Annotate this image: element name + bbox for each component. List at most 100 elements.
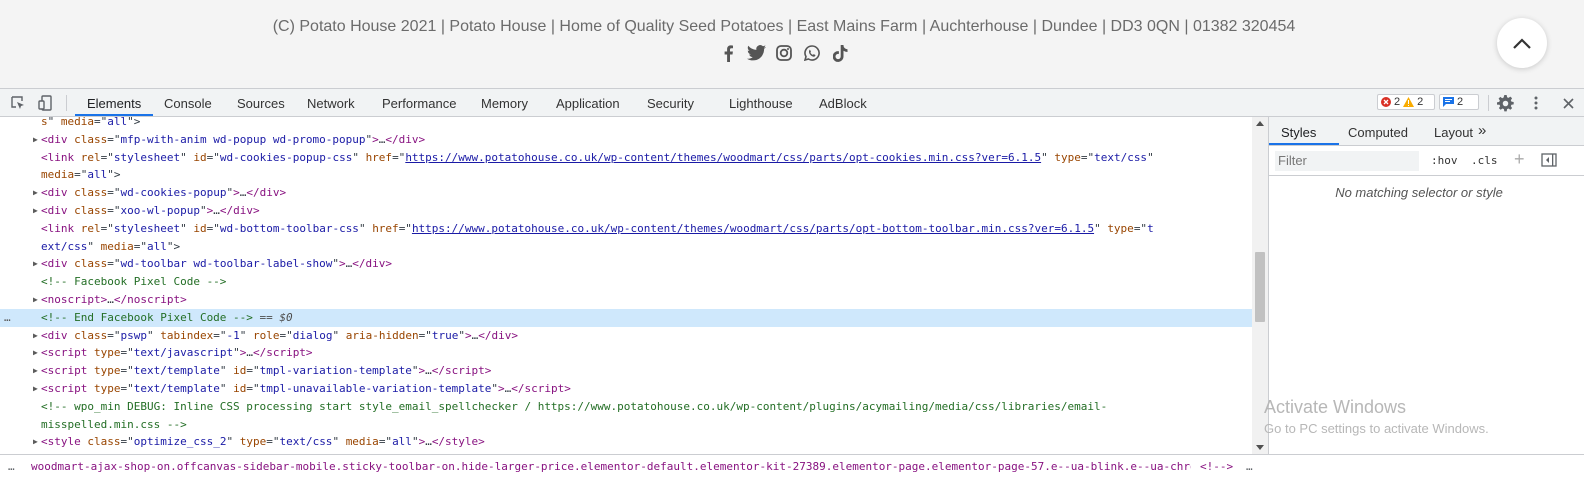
dom-node-markup: <div class="xoo-wl-popup">…</div> — [41, 204, 260, 217]
toggle-sidebar-icon[interactable] — [1541, 153, 1557, 170]
instagram-icon[interactable] — [774, 43, 794, 63]
dom-node-line[interactable]: s" media="all"> — [0, 117, 1252, 131]
breadcrumb-bar: … woodmart-ajax-shop-on.offcanvas-sideba… — [0, 454, 1584, 479]
dom-node-line[interactable]: ▶ <script type="text/template" id="tmpl-u… — [0, 380, 1252, 398]
dom-node-line[interactable]: ▶ <div class="wd-cookies-popup">…</div> — [0, 184, 1252, 202]
styles-filter-input[interactable]: Filter — [1275, 151, 1419, 171]
expand-triangle-icon[interactable]: ▶ — [33, 131, 38, 149]
activate-windows-watermark: Activate Windows Go to PC settings to ac… — [1264, 397, 1489, 436]
inspect-element-icon[interactable] — [9, 94, 27, 112]
breadcrumb-more[interactable]: … — [1246, 460, 1253, 473]
expand-triangle-icon[interactable]: ▶ — [33, 433, 38, 451]
breadcrumb-ellipsis[interactable]: … — [8, 460, 15, 473]
dom-node-markup: misspelled.min.css --> — [41, 417, 187, 431]
dom-node-markup: <div class="wd-toolbar wd-toolbar-label-… — [41, 257, 393, 271]
dom-node-markup: <link rel="stylesheet" id="wd-bottom-too… — [41, 221, 1154, 235]
dom-node-line[interactable]: <link rel="stylesheet" id="wd-cookies-po… — [0, 149, 1252, 167]
more-options-icon[interactable] — [1527, 94, 1545, 112]
dom-node-markup: <!-- End Facebook Pixel Code --> == $0 — [41, 310, 293, 324]
elements-tree[interactable]: s" media="all"> ▶ <div class="mfp-with-ani… — [0, 117, 1252, 454]
issues-counter[interactable]: 2 2 — [1377, 94, 1435, 110]
dom-node-markup: <div class="wd-cookies-popup">…</div> — [41, 186, 287, 200]
tab-memory[interactable]: Memory — [481, 96, 528, 111]
dom-node-line[interactable]: ▶ <style class="optimize_css_2" type="tex… — [0, 433, 1252, 451]
class-toggle[interactable]: .cls — [1471, 154, 1498, 167]
dom-node-line[interactable]: <link rel="stylesheet" id="wd-bottom-too… — [0, 220, 1252, 238]
dom-node-line[interactable]: ▶ <div class="xoo-wl-popup">…</div> — [0, 202, 1252, 220]
device-toolbar-icon[interactable] — [37, 94, 55, 112]
hover-state-toggle[interactable]: :hov — [1431, 154, 1458, 167]
expand-triangle-icon[interactable]: ▶ — [33, 380, 38, 398]
dom-node-markup: <script type="text/template" id="tmpl-un… — [41, 382, 571, 395]
node-actions-ellipsis[interactable]: … — [4, 309, 11, 327]
styles-active-indicator — [1269, 143, 1339, 145]
expand-triangle-icon[interactable]: ▶ — [33, 327, 38, 345]
messages-counter[interactable]: 2 — [1439, 94, 1479, 110]
dom-node-markup: ext/css" media="all"> — [41, 239, 181, 253]
tab-lighthouse[interactable]: Lighthouse — [729, 96, 793, 111]
dom-node-line[interactable]: ▶ <noscript>…</noscript> — [0, 291, 1252, 309]
error-count: 2 — [1394, 96, 1401, 108]
watermark-title: Activate Windows — [1264, 397, 1407, 417]
tab-layout[interactable]: Layout — [1434, 125, 1473, 140]
dom-node-line[interactable]: media="all"> — [0, 166, 1252, 184]
dom-node-line[interactable]: ▶ <div class="wd-toolbar wd-toolbar-label… — [0, 255, 1252, 273]
message-icon — [1443, 97, 1454, 107]
error-icon — [1381, 97, 1391, 107]
dom-node-line[interactable]: ▶ <script type="text/javascript">…</scrip… — [0, 344, 1252, 362]
dom-node-line[interactable]: … <!-- End Facebook Pixel Code --> == $0 — [0, 308, 1252, 327]
tab-computed[interactable]: Computed — [1348, 125, 1408, 140]
dom-node-markup: s" media="all"> — [41, 117, 141, 128]
dom-node-line[interactable]: ext/css" media="all"> — [0, 238, 1252, 256]
toolbar-divider — [1488, 95, 1489, 111]
devtools-toolbar: Elements Console Sources Network Perform… — [0, 88, 1584, 117]
tab-security[interactable]: Security — [647, 96, 694, 111]
expand-triangle-icon[interactable]: ▶ — [33, 255, 38, 273]
scroll-down-arrow[interactable] — [1256, 445, 1264, 450]
tab-console[interactable]: Console — [164, 96, 212, 111]
dom-node-line[interactable]: <!-- Facebook Pixel Code --> — [0, 273, 1252, 291]
breadcrumb-body-item[interactable]: woodmart-ajax-shop-on.offcanvas-sidebar-… — [31, 460, 1191, 473]
warning-count: 2 — [1417, 96, 1424, 108]
dom-node-line[interactable]: misspelled.min.css --> — [0, 416, 1252, 434]
new-style-rule-button[interactable]: + — [1514, 149, 1525, 170]
tab-application[interactable]: Application — [556, 96, 620, 111]
close-icon[interactable] — [1559, 94, 1577, 112]
settings-gear-icon[interactable] — [1496, 94, 1514, 112]
breadcrumb-comment-item[interactable]: <!--> — [1200, 460, 1233, 473]
tab-network[interactable]: Network — [307, 96, 355, 111]
dom-node-line[interactable]: ▶ <div class="pswp" tabindex="-1" role="d… — [0, 327, 1252, 345]
dom-node-line[interactable]: ▶ <script type="text/template" id="tmpl-v… — [0, 362, 1252, 380]
message-count: 2 — [1457, 96, 1464, 108]
dom-node-markup: <noscript>…</noscript> — [41, 293, 187, 306]
styles-tabbar: Styles Computed Layout » — [1269, 117, 1584, 146]
expand-triangle-icon[interactable]: ▶ — [33, 202, 38, 220]
expand-triangle-icon[interactable]: ▶ — [33, 291, 38, 309]
styles-filter-bar: Filter :hov .cls + — [1269, 146, 1584, 176]
tab-performance[interactable]: Performance — [382, 96, 456, 111]
twitter-icon[interactable] — [746, 43, 766, 63]
site-footer: (C) Potato House 2021 | Potato House | H… — [0, 0, 1584, 88]
dom-node-markup: <div class="pswp" tabindex="-1" role="di… — [41, 328, 518, 342]
social-links — [718, 43, 850, 63]
dom-node-line[interactable]: ▶ <div class="mfp-with-anim wd-popup wd-p… — [0, 131, 1252, 149]
warning-icon — [1403, 97, 1415, 107]
expand-triangle-icon[interactable]: ▶ — [33, 344, 38, 362]
dom-node-line[interactable]: <!-- wpo_min DEBUG: Inline CSS processin… — [0, 398, 1252, 416]
tab-sources[interactable]: Sources — [237, 96, 285, 111]
dom-node-markup: <script type="text/template" id="tmpl-va… — [41, 364, 492, 378]
tab-styles[interactable]: Styles — [1281, 125, 1316, 140]
dom-node-markup: <script type="text/javascript">…</script… — [41, 346, 313, 360]
tab-elements[interactable]: Elements — [87, 96, 141, 111]
no-matching-style-message: No matching selector or style — [1335, 185, 1503, 200]
expand-triangle-icon[interactable]: ▶ — [33, 362, 38, 380]
tab-adblock[interactable]: AdBlock — [819, 96, 867, 111]
facebook-icon[interactable] — [718, 43, 738, 63]
whatsapp-icon[interactable] — [802, 43, 822, 63]
expand-triangle-icon[interactable]: ▶ — [33, 184, 38, 202]
more-tabs-icon[interactable]: » — [1478, 122, 1486, 139]
scroll-up-arrow[interactable] — [1256, 121, 1264, 126]
scroll-to-top-button[interactable] — [1497, 18, 1547, 68]
tiktok-icon[interactable] — [830, 43, 850, 63]
scrollbar-thumb[interactable] — [1255, 252, 1265, 322]
